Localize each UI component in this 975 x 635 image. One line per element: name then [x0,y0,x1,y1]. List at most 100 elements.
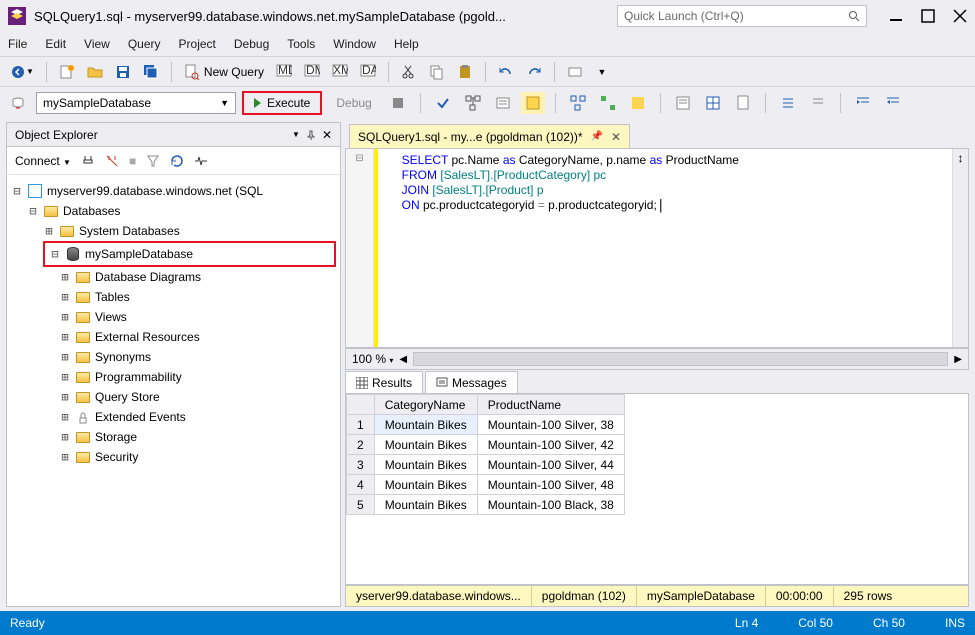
cut-button[interactable] [397,61,421,83]
disconnect-icon[interactable] [105,154,119,168]
cell[interactable]: Mountain-100 Silver, 44 [477,455,624,475]
tree-item[interactable]: Extended Events [95,410,186,424]
cell[interactable]: Mountain-100 Silver, 38 [477,415,624,435]
menu-edit[interactable]: Edit [45,37,66,51]
menu-window[interactable]: Window [333,37,376,51]
new-query-button[interactable]: New Query [180,61,268,83]
connect-dropdown[interactable]: Connect ▼ [15,154,71,168]
debug-button[interactable]: Debug [328,96,379,110]
outdent-icon[interactable] [881,92,905,114]
redo-button[interactable] [522,61,546,83]
results-to-text-icon[interactable] [671,92,695,114]
connect-icon[interactable] [81,154,95,168]
tree-item[interactable]: Query Store [95,390,160,404]
cell[interactable]: Mountain Bikes [374,495,477,515]
undo-button[interactable] [494,61,518,83]
tree-my-database[interactable]: mySampleDatabase [85,247,193,261]
code-content[interactable]: SELECT pc.Name as CategoryName, p.name a… [378,149,952,347]
change-connection-icon[interactable] [6,92,30,114]
quick-launch-input[interactable]: Quick Launch (Ctrl+Q) [617,5,867,27]
parse-button[interactable] [431,92,455,114]
new-item-button[interactable] [55,61,79,83]
indent-icon[interactable] [851,92,875,114]
uncomment-icon[interactable] [806,92,830,114]
copy-button[interactable] [425,61,449,83]
live-stats-icon[interactable] [596,92,620,114]
include-plan-icon[interactable] [566,92,590,114]
menu-debug[interactable]: Debug [234,37,269,51]
pin-tab-icon[interactable]: 📌 [591,131,603,142]
filter-icon[interactable] [146,154,160,168]
close-tab-icon[interactable]: ✕ [611,130,621,144]
zoom-combo[interactable]: 100 % ▾ [352,352,393,366]
results-to-file-icon[interactable] [731,92,755,114]
mdx-query-icon[interactable]: MDX [272,61,296,83]
tree-item[interactable]: Storage [95,430,137,444]
pin-icon[interactable] [306,130,316,140]
messages-tab[interactable]: Messages [425,371,518,393]
stop-icon[interactable]: ■ [129,154,136,168]
results-to-grid-icon[interactable] [701,92,725,114]
estimated-plan-icon[interactable] [461,92,485,114]
minimize-button[interactable] [889,9,903,23]
menu-query[interactable]: Query [128,37,161,51]
stop-button[interactable] [386,92,410,114]
maximize-button[interactable] [921,9,935,23]
column-header[interactable]: CategoryName [374,395,477,415]
overflow-dropdown-icon[interactable]: ▼ [591,61,613,83]
client-stats-icon[interactable] [626,92,650,114]
nav-back-button[interactable]: ▼ [6,61,38,83]
horizontal-scrollbar[interactable] [413,352,948,366]
cell[interactable]: Mountain-100 Silver, 42 [477,435,624,455]
tree-system-databases[interactable]: System Databases [79,224,180,238]
document-tab[interactable]: SQLQuery1.sql - my...e (pgoldman (102))*… [349,124,630,148]
comment-icon[interactable] [776,92,800,114]
query-options-icon[interactable] [491,92,515,114]
menu-help[interactable]: Help [394,37,419,51]
app-logo-icon [8,7,26,25]
split-icon[interactable]: ↕ [952,149,968,347]
save-all-button[interactable] [139,61,163,83]
cell[interactable]: Mountain Bikes [374,455,477,475]
results-tab[interactable]: Results [345,371,423,393]
menu-project[interactable]: Project [179,37,216,51]
tree-item[interactable]: Synonyms [95,350,151,364]
column-header[interactable]: ProductName [477,395,624,415]
tree-item[interactable]: Security [95,450,138,464]
refresh-icon[interactable] [170,154,184,168]
cell[interactable]: Mountain Bikes [374,435,477,455]
execute-button[interactable]: Execute [242,91,322,115]
close-button[interactable] [953,9,967,23]
status-db: mySampleDatabase [637,586,766,606]
close-panel-icon[interactable]: ✕ [322,128,332,142]
cell[interactable]: Mountain-100 Silver, 48 [477,475,624,495]
open-button[interactable] [83,61,107,83]
tree-item[interactable]: External Resources [95,330,200,344]
tree-item[interactable]: Programmability [95,370,182,384]
svg-text:DMX: DMX [306,64,320,77]
tree-server[interactable]: myserver99.database.windows.net (SQL [47,184,263,198]
xmla-query-icon[interactable]: XMLA [328,61,352,83]
tree-databases[interactable]: Databases [63,204,120,218]
intellisense-icon[interactable] [521,92,545,114]
tree-item[interactable]: Database Diagrams [95,270,201,284]
object-explorer-tree[interactable]: ⊟myserver99.database.windows.net (SQL ⊟D… [7,175,340,606]
menu-view[interactable]: View [84,37,110,51]
cell[interactable]: Mountain Bikes [374,475,477,495]
sql-editor[interactable]: ⊟ SELECT pc.Name as CategoryName, p.name… [345,148,969,348]
paste-button[interactable] [453,61,477,83]
database-combo[interactable]: mySampleDatabase ▼ [36,92,236,114]
menu-file[interactable]: File [8,37,27,51]
cell[interactable]: Mountain Bikes [374,415,477,435]
solution-config-icon[interactable] [563,61,587,83]
dax-query-icon[interactable]: DAX [356,61,380,83]
tree-item[interactable]: Views [95,310,127,324]
activity-icon[interactable] [194,154,208,168]
dmx-query-icon[interactable]: DMX [300,61,324,83]
results-grid[interactable]: CategoryNameProductName 1Mountain BikesM… [345,394,969,585]
cell[interactable]: Mountain-100 Black, 38 [477,495,624,515]
dropdown-icon[interactable]: ▼ [292,130,300,139]
tree-item[interactable]: Tables [95,290,130,304]
save-button[interactable] [111,61,135,83]
menu-tools[interactable]: Tools [287,37,315,51]
